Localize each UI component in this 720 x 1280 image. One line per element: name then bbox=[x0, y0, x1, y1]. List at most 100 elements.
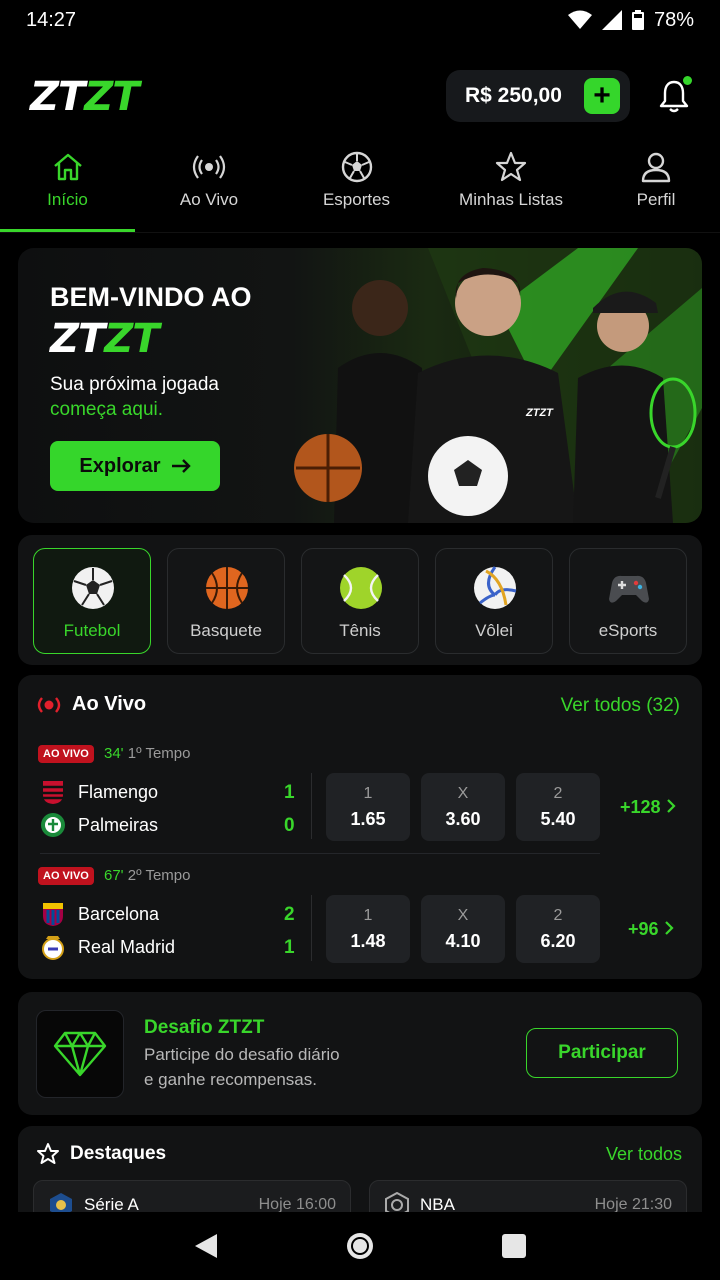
home-button-icon[interactable] bbox=[344, 1230, 376, 1262]
live-broadcast-icon bbox=[37, 696, 61, 713]
sport-label: Vôlei bbox=[475, 621, 513, 640]
sport-volei[interactable]: Vôlei bbox=[435, 548, 553, 654]
odd-away[interactable]: 2 6.20 bbox=[516, 895, 600, 963]
live-section: Ao Vivo Ver todos (32) AO VIVO 34' 1º Te… bbox=[18, 675, 702, 979]
battery-level: 78% bbox=[653, 8, 694, 31]
home-team: Flamengo bbox=[40, 779, 158, 805]
odd-value: 1.65 bbox=[350, 808, 386, 829]
soccer-ball-icon bbox=[341, 151, 372, 183]
odd-label: 1 bbox=[363, 906, 373, 924]
live-badge: AO VIVO bbox=[38, 745, 94, 763]
odd-label: 2 bbox=[553, 906, 563, 924]
more-markets-count: +128 bbox=[620, 797, 661, 817]
flamengo-crest-icon bbox=[43, 781, 63, 804]
more-markets-count: +96 bbox=[628, 919, 659, 939]
odd-draw[interactable]: X 3.60 bbox=[421, 773, 505, 841]
explore-label: Explorar bbox=[79, 454, 161, 477]
sport-label: Basquete bbox=[190, 621, 262, 640]
banner-logo-green: ZT bbox=[104, 316, 159, 362]
odd-value: 3.60 bbox=[445, 808, 481, 829]
tab-perfil[interactable]: Perfil bbox=[592, 150, 720, 232]
battery-icon bbox=[631, 10, 644, 30]
sport-basquete[interactable]: Basquete bbox=[167, 548, 285, 654]
live-see-all-link[interactable]: Ver todos (32) bbox=[561, 695, 680, 717]
chevron-right-icon bbox=[664, 921, 674, 935]
banner-logo-white: ZT bbox=[50, 316, 105, 362]
balance-amount: R$ 250,00 bbox=[465, 84, 562, 107]
more-markets-link[interactable]: +128 bbox=[620, 797, 676, 818]
odd-away[interactable]: 2 5.40 bbox=[516, 773, 600, 841]
banner-title: BEM-VINDO AO bbox=[50, 282, 252, 312]
main-nav: Início Ao Vivo Esportes Minhas Listas Pe… bbox=[0, 150, 720, 232]
highlights-see-all-link[interactable]: Ver todos bbox=[606, 1144, 682, 1165]
recents-icon[interactable] bbox=[501, 1233, 527, 1259]
status-bar: 14:27 78% bbox=[0, 0, 720, 40]
banner-subtitle-line1: Sua próxima jogada bbox=[50, 374, 219, 395]
sport-futebol[interactable]: Futebol bbox=[33, 548, 151, 654]
odd-draw[interactable]: X 4.10 bbox=[421, 895, 505, 963]
explore-button[interactable]: Explorar bbox=[50, 441, 220, 491]
away-score: 1 bbox=[284, 937, 295, 958]
odd-value: 6.20 bbox=[540, 930, 576, 951]
athletes-illustration: ZTZT bbox=[294, 248, 702, 523]
add-funds-button[interactable]: + bbox=[584, 78, 620, 114]
highlight-card[interactable]: NBA Hoje 21:30 bbox=[369, 1180, 687, 1216]
sport-esports[interactable]: eSports bbox=[569, 548, 687, 654]
team-name: Barcelona bbox=[78, 903, 160, 924]
odd-home[interactable]: 1 1.65 bbox=[326, 773, 410, 841]
home-score: 1 bbox=[284, 782, 295, 803]
score-divider bbox=[311, 773, 312, 839]
home-score: 2 bbox=[284, 904, 295, 925]
highlight-card[interactable]: Série A Hoje 16:00 bbox=[33, 1180, 351, 1216]
odd-label: X bbox=[457, 906, 469, 924]
welcome-banner[interactable]: ZTZT BEM-VINDO AO ZTZT Sua próxima jogad… bbox=[18, 248, 702, 523]
tab-ao-vivo[interactable]: Ao Vivo bbox=[135, 150, 283, 232]
team-name: Real Madrid bbox=[78, 936, 176, 957]
team-name: Palmeiras bbox=[78, 814, 159, 835]
participate-button[interactable]: Participar bbox=[526, 1028, 678, 1078]
sport-label: eSports bbox=[598, 621, 658, 640]
real-madrid-crest-icon bbox=[42, 936, 64, 960]
tab-minhas-listas[interactable]: Minhas Listas bbox=[430, 150, 592, 232]
sports-selector: Futebol Basquete Tênis Vôlei eSports bbox=[18, 535, 702, 665]
sport-tenis[interactable]: Tênis bbox=[301, 548, 419, 654]
palmeiras-crest-icon bbox=[41, 813, 65, 837]
match-time: 34' 1º Tempo bbox=[104, 745, 190, 762]
odd-value: 4.10 bbox=[445, 930, 481, 951]
status-icons: 78% bbox=[567, 8, 694, 32]
odd-label: 2 bbox=[553, 784, 563, 802]
status-time: 14:27 bbox=[26, 8, 77, 31]
tab-esportes[interactable]: Esportes bbox=[283, 150, 430, 232]
system-navigation-bar bbox=[0, 1212, 720, 1280]
soccer-icon bbox=[72, 567, 114, 609]
match-minute: 67' bbox=[104, 867, 124, 884]
away-team: Palmeiras bbox=[40, 812, 158, 838]
home-icon bbox=[53, 153, 82, 181]
logo-part-white: ZT bbox=[30, 74, 85, 120]
highlights-header: Destaques bbox=[36, 1142, 166, 1166]
balance-pill[interactable]: R$ 250,00 + bbox=[446, 70, 630, 122]
back-icon[interactable] bbox=[193, 1232, 219, 1260]
odd-value: 5.40 bbox=[540, 808, 576, 829]
app-logo[interactable]: ZTZT bbox=[30, 74, 140, 120]
live-title: Ao Vivo bbox=[72, 693, 147, 715]
live-match: AO VIVO 67' 2º Tempo Barcelona Real Madr… bbox=[18, 867, 702, 977]
tab-inicio[interactable]: Início bbox=[0, 150, 135, 232]
banner-logo: ZTZT bbox=[50, 316, 160, 362]
notification-dot bbox=[683, 76, 692, 85]
tab-label: Início bbox=[47, 190, 88, 209]
user-icon bbox=[641, 152, 671, 183]
tab-label: Perfil bbox=[636, 190, 676, 209]
app-header: ZTZT R$ 250,00 + bbox=[0, 62, 720, 132]
highlights-section: Destaques Ver todos Série A Hoje 16:00 N… bbox=[18, 1126, 702, 1216]
odd-home[interactable]: 1 1.48 bbox=[326, 895, 410, 963]
match-separator bbox=[40, 853, 600, 854]
sport-label: Tênis bbox=[339, 621, 381, 640]
wifi-icon bbox=[567, 10, 592, 29]
tab-label: Minhas Listas bbox=[459, 190, 563, 209]
tab-label: Esportes bbox=[322, 190, 391, 209]
barcelona-crest-icon bbox=[43, 903, 63, 926]
notifications-button[interactable] bbox=[654, 76, 694, 116]
more-markets-link[interactable]: +96 bbox=[628, 919, 674, 940]
challenge-title: Desafio ZTZT bbox=[144, 1017, 265, 1038]
